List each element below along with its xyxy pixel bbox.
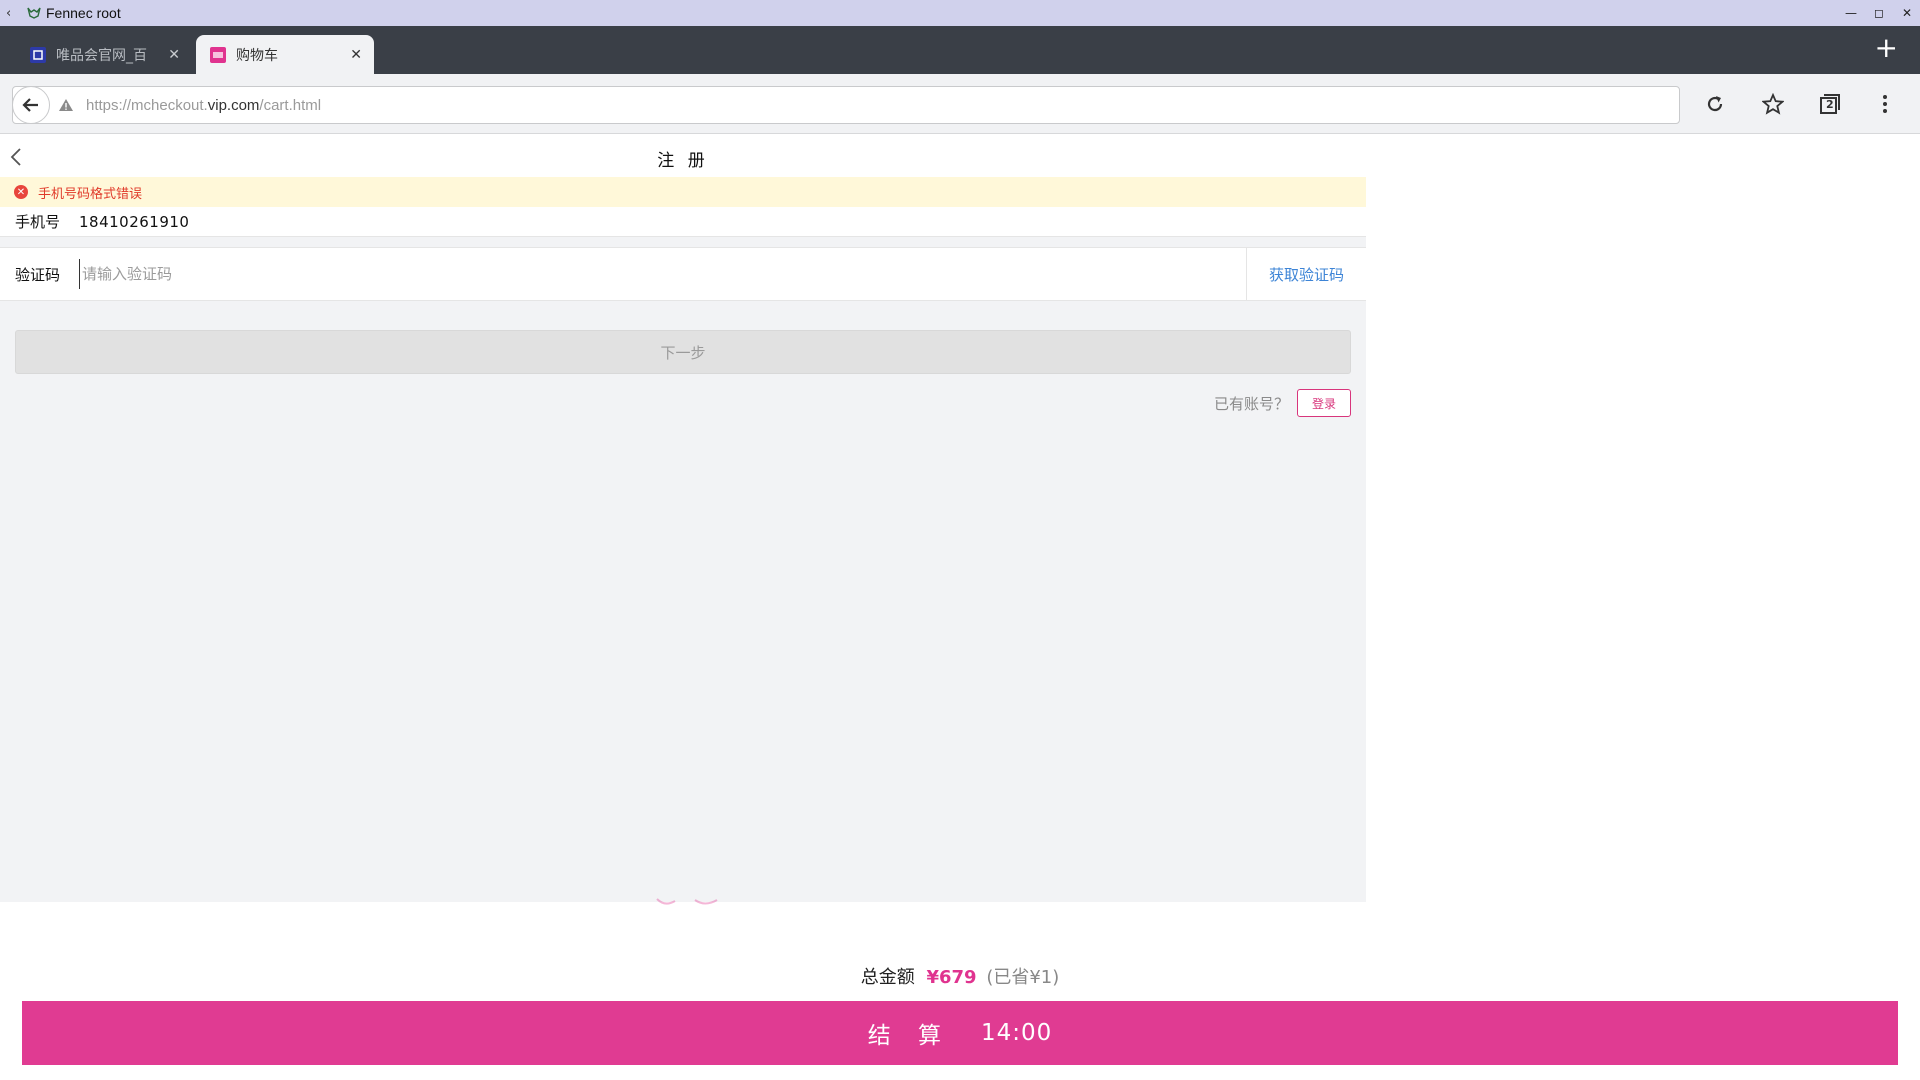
phone-row: 手机号 18410261910	[0, 207, 1366, 237]
tab-label: 唯品会官网_百	[56, 47, 147, 64]
url-path: /cart.html	[259, 96, 322, 114]
register-panel: 注 册 ✕ 手机号码格式错误 手机号 18410261910 验证码 获取验证码…	[0, 135, 1366, 902]
bookmark-star-icon[interactable]	[1760, 91, 1786, 117]
code-label: 验证码	[15, 265, 61, 284]
url-text[interactable]: https://mcheckout.vip.com/cart.html	[86, 97, 321, 114]
code-row: 验证码 获取验证码	[0, 247, 1366, 301]
verification-code-input[interactable]	[79, 259, 1229, 289]
titlebar-back-icon[interactable]: ‹	[6, 6, 20, 21]
tab-label: 购物车	[236, 47, 278, 64]
error-icon: ✕	[14, 185, 28, 199]
checkout-label: 结 算	[867, 1023, 951, 1049]
get-code-button[interactable]: 获取验证码	[1246, 248, 1366, 301]
window-titlebar: ‹ Fennec root — ◻ ✕	[0, 0, 1920, 26]
error-message: 手机号码格式错误	[38, 186, 143, 202]
window-title: Fennec root	[46, 5, 121, 21]
tab-strip: 唯品会官网_百 ✕ 购物车 ✕ +	[0, 26, 1920, 74]
saved-amount: (已省¥1)	[986, 967, 1060, 988]
menu-kebab-icon[interactable]	[1872, 91, 1898, 117]
close-tab-icon[interactable]: ✕	[168, 47, 180, 63]
phone-value[interactable]: 18410261910	[79, 213, 189, 231]
close-tab-icon[interactable]: ✕	[350, 47, 362, 63]
has-account-text: 已有账号？	[1213, 394, 1289, 413]
back-arrow-icon[interactable]	[12, 86, 50, 124]
total-label: 总金额	[860, 967, 915, 988]
page-title: 注 册	[657, 151, 709, 171]
tabs-counter-icon[interactable]: 2	[1817, 91, 1843, 117]
reload-icon[interactable]	[1702, 91, 1728, 117]
url-bar[interactable]: https://mcheckout.vip.com/cart.html	[12, 86, 1680, 124]
insecure-warning-icon[interactable]	[58, 98, 76, 112]
login-button[interactable]: 登录	[1297, 389, 1351, 417]
has-account-row: 已有账号？ 登录	[1214, 389, 1351, 417]
fennec-logo-icon	[26, 6, 42, 20]
new-tab-icon[interactable]: +	[1875, 34, 1898, 62]
tab-vip-home[interactable]: 唯品会官网_百 ✕	[16, 35, 192, 74]
url-domain: vip.com	[207, 96, 260, 114]
url-prefix: https://mcheckout.	[86, 96, 208, 114]
close-window-icon[interactable]: ✕	[1900, 6, 1914, 20]
faint-logo-icon	[656, 898, 718, 905]
total-amount: ¥679	[926, 967, 977, 988]
phone-label: 手机号	[15, 213, 61, 231]
cart-favicon-icon	[210, 46, 226, 63]
next-step-button[interactable]: 下一步	[15, 330, 1351, 374]
page-content: 注 册 ✕ 手机号码格式错误 手机号 18410261910 验证码 获取验证码…	[0, 135, 1920, 1080]
browser-toolbar: https://mcheckout.vip.com/cart.html 2	[0, 74, 1920, 134]
maximize-icon[interactable]: ◻	[1872, 6, 1886, 20]
register-header: 注 册	[0, 135, 1366, 177]
minimize-icon[interactable]: —	[1844, 6, 1858, 20]
error-banner: ✕ 手机号码格式错误	[0, 177, 1366, 207]
tab-cart[interactable]: 购物车 ✕	[196, 35, 374, 74]
checkout-countdown: 14:00	[981, 1020, 1053, 1046]
total-summary: 总金额 ¥679 (已省¥1)	[0, 963, 1920, 989]
tab-count: 2	[1826, 98, 1834, 111]
vip-favicon-icon	[30, 46, 46, 63]
checkout-button[interactable]: 结 算 14:00	[22, 1001, 1898, 1065]
